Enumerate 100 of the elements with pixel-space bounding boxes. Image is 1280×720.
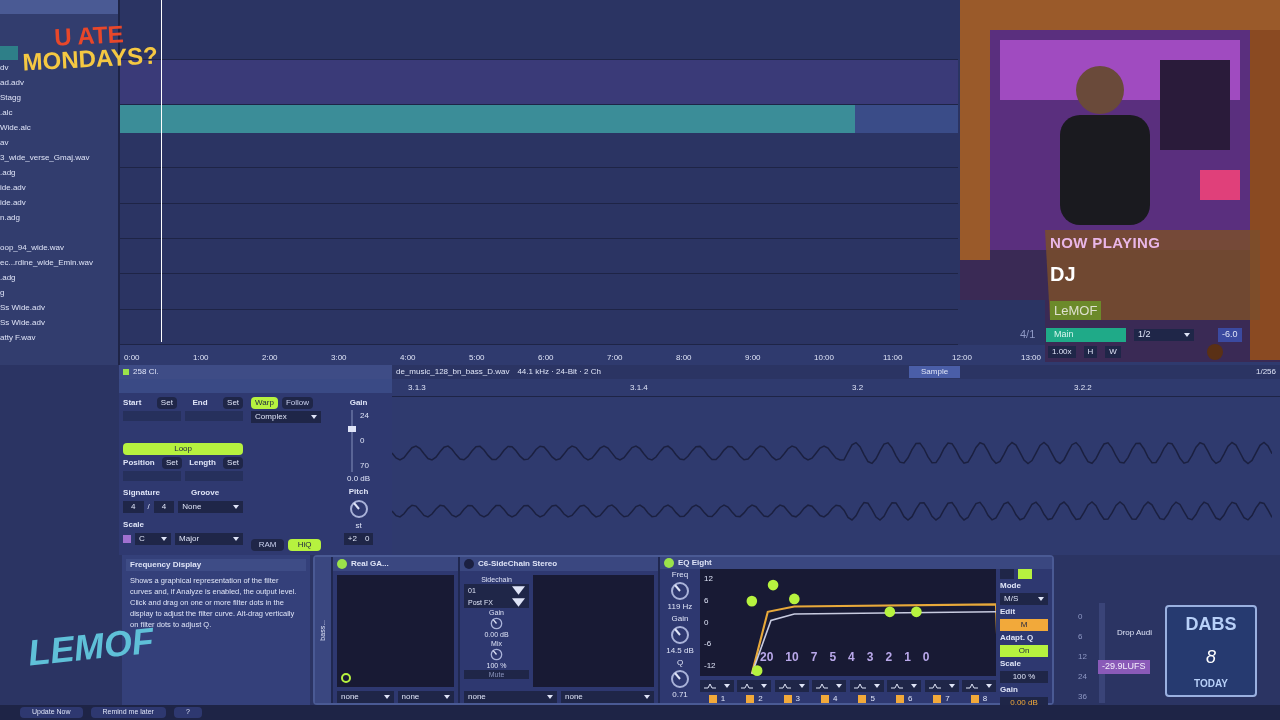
routing-dropdown[interactable]: none [464, 691, 557, 703]
filter-type-dropdown[interactable] [924, 680, 959, 692]
filter-shape-icon [928, 683, 941, 689]
meter-tick: 36 [1078, 691, 1087, 703]
band-toggle[interactable] [746, 695, 755, 703]
file-item[interactable]: Ss Wide.adv [0, 316, 45, 329]
filter-shape-icon [965, 683, 978, 689]
gain-slider-thumb[interactable] [348, 425, 357, 432]
band-toggle[interactable] [708, 695, 717, 703]
mode-dropdown[interactable]: M/S [1000, 593, 1048, 605]
hiq-button[interactable]: HiQ [288, 539, 322, 551]
scale-icon[interactable] [123, 535, 132, 543]
file-item[interactable]: n.adg [0, 211, 21, 224]
device-title: C6-SideChain Stereo [478, 558, 558, 570]
power-toggle[interactable] [664, 558, 674, 568]
set-button[interactable]: Set [161, 457, 182, 469]
file-item[interactable]: Stagg [0, 91, 21, 104]
ram-button[interactable]: RAM [251, 539, 285, 551]
scale-label: Scale [1000, 658, 1022, 670]
ruler-label: 11:00 [883, 353, 903, 362]
dj-label: DJ [1050, 261, 1076, 287]
file-item[interactable]: Wide.alc [0, 121, 31, 134]
sample-tab[interactable]: Sample [909, 366, 961, 378]
ring-icon [341, 673, 351, 683]
ruler-label: 0:00 [124, 353, 140, 362]
signature-denominator: 4 [153, 501, 175, 513]
beat-marker: 3.1.3 [407, 381, 427, 394]
freq-knob [670, 581, 690, 601]
meter-tick: 12 [1078, 651, 1087, 663]
file-item[interactable]: ide.adv [0, 181, 26, 194]
scale-value: 100 % [1000, 671, 1048, 683]
file-name: de_music_128_bn_bass_D.wav [396, 366, 510, 378]
signature-numerator: 4 [123, 501, 144, 513]
band-toggle[interactable] [970, 695, 979, 703]
edit-button[interactable]: M [1000, 619, 1048, 631]
device-title: Real GA... [351, 558, 389, 570]
band-toggle[interactable] [858, 695, 867, 703]
drop-audio-hint: Drop Audi [1116, 627, 1153, 639]
filter-type-dropdown[interactable] [887, 680, 922, 692]
mode-dropdown[interactable]: Major [175, 533, 244, 545]
warp-mode-dropdown[interactable]: Complex [251, 411, 322, 423]
filter-type-dropdown[interactable] [737, 680, 772, 692]
toggle-button[interactable]: W [1105, 346, 1121, 358]
file-item[interactable]: 3_wide_verse_Gmaj.wav [0, 151, 90, 164]
power-toggle[interactable] [337, 559, 347, 569]
length-label: Length [189, 457, 216, 469]
band-toggle[interactable] [821, 695, 830, 703]
adapt-q-toggle[interactable]: On [1000, 645, 1048, 657]
file-item[interactable]: oop_94_wide.wav [0, 241, 65, 254]
file-item[interactable]: Ss Wide.adv [0, 301, 45, 314]
file-item[interactable]: ec...rdine_wide_Emin.wav [0, 256, 93, 269]
beat-marker: 3.2 [851, 381, 865, 394]
routing-dropdown[interactable]: none [561, 691, 654, 703]
scale-label: Scale [123, 519, 145, 531]
filter-type-dropdown[interactable] [700, 680, 734, 692]
file-item[interactable]: g [0, 286, 5, 299]
caret-icon [512, 583, 525, 597]
gain-tick: 0 [360, 435, 366, 447]
set-button[interactable]: Set [223, 397, 244, 409]
gain-knob [490, 617, 503, 630]
meter-tick: 0 [1078, 611, 1084, 623]
file-item[interactable]: av [0, 136, 9, 149]
filter-type-dropdown[interactable] [774, 680, 809, 692]
file-item[interactable]: .adg [0, 166, 16, 179]
routing-dropdown[interactable]: none [397, 691, 454, 703]
filter-type-dropdown[interactable] [812, 680, 847, 692]
band-toggle[interactable] [895, 695, 904, 703]
set-button[interactable]: Set [223, 457, 244, 469]
file-item[interactable]: ide.adv [0, 196, 26, 209]
band-number: 1 [720, 693, 726, 705]
artist-name: LeMOF [1050, 300, 1102, 320]
filter-shape-icon [778, 683, 791, 689]
caret-icon [547, 695, 553, 699]
band-toggle[interactable] [783, 695, 792, 703]
ruler-label: 1:00 [193, 353, 209, 362]
filter-type-dropdown[interactable] [849, 680, 884, 692]
filter-type-dropdown[interactable] [961, 680, 996, 692]
info-title: Frequency Display [126, 559, 306, 571]
follow-button[interactable]: Follow [281, 397, 314, 409]
device-title: EQ Eight [678, 557, 712, 569]
file-item[interactable]: dv [0, 61, 9, 74]
loop-button[interactable]: Loop [123, 443, 244, 455]
root-dropdown[interactable]: C [135, 533, 172, 545]
routing-dropdown[interactable]: none [337, 691, 394, 703]
groove-dropdown[interactable]: None [178, 501, 244, 513]
caret-icon [761, 684, 768, 688]
warp-button[interactable]: Warp [251, 397, 278, 409]
ruler-label: 2:00 [262, 353, 278, 362]
power-toggle[interactable] [464, 559, 474, 569]
file-item[interactable]: atty F.wav [0, 331, 36, 344]
band-toggle[interactable] [933, 695, 942, 703]
gain-value: 14.5 dB [666, 645, 694, 657]
scale-numeral: 2 [885, 649, 893, 666]
file-item[interactable]: ad.adv [0, 76, 25, 89]
file-item[interactable]: .adg [0, 271, 16, 284]
scale-numeral: 1 [904, 649, 911, 666]
file-item[interactable]: .alc [0, 106, 13, 119]
caret-icon [836, 684, 843, 688]
set-button[interactable]: Set [156, 397, 177, 409]
ruler-label: 12:00 [952, 353, 973, 362]
